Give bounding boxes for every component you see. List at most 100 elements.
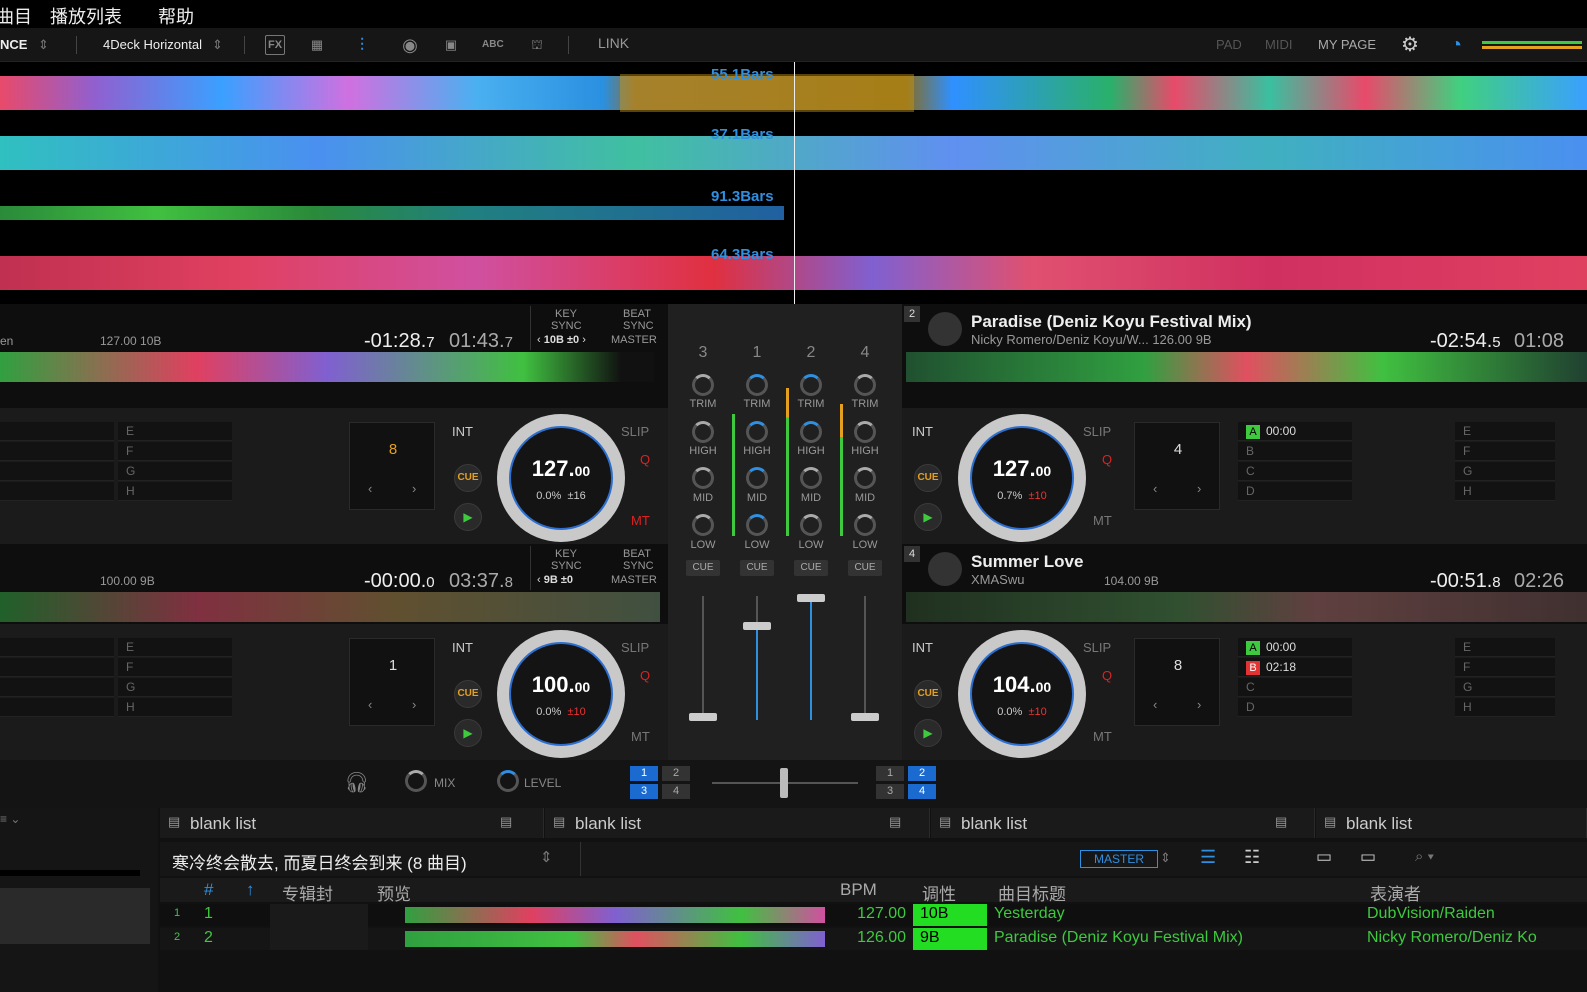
playlist-updown-icon[interactable]: ⇕ bbox=[540, 848, 553, 866]
master-tempo-button[interactable]: MT bbox=[1093, 729, 1112, 744]
trim-knob[interactable] bbox=[800, 374, 822, 396]
low-eq-knob[interactable] bbox=[800, 514, 822, 536]
hotcue-slot[interactable]: F bbox=[1455, 442, 1555, 461]
deck3-cue-button[interactable]: CUE bbox=[454, 464, 482, 492]
column-header-artist[interactable]: 表演者 bbox=[1370, 880, 1421, 905]
master-button[interactable]: MASTER bbox=[611, 334, 657, 346]
hotcue-slot[interactable] bbox=[0, 658, 114, 677]
sampler-icon[interactable]: ⛫ bbox=[527, 35, 547, 55]
low-eq-knob[interactable] bbox=[692, 514, 714, 536]
hotcue-slot[interactable]: G bbox=[118, 462, 232, 481]
layout-updown-icon[interactable]: ⇕ bbox=[212, 37, 223, 53]
mode-updown-icon[interactable]: ⇕ bbox=[38, 37, 49, 53]
hotcue-slot[interactable]: E bbox=[118, 638, 232, 657]
deck1-overview-waveform[interactable] bbox=[0, 592, 660, 622]
tab-menu-icon[interactable]: ▤ bbox=[889, 814, 901, 830]
deck4-jog-wheel[interactable]: 104.00 0.0% ±10 bbox=[958, 630, 1086, 758]
master-updown-icon[interactable]: ⇕ bbox=[1160, 850, 1171, 866]
playlist-tab[interactable]: ▤ blank list ▤ bbox=[545, 808, 930, 838]
deck4-loop-box[interactable]: 8 ‹ › bbox=[1134, 638, 1220, 726]
deck3-play-button[interactable]: ▶ bbox=[454, 503, 482, 531]
crossfader-assign-left-2[interactable]: 2 bbox=[662, 766, 690, 781]
channel-cue-button[interactable]: CUE bbox=[848, 560, 882, 576]
crossfader-assign-left-3[interactable]: 3 bbox=[630, 784, 658, 799]
slip-button[interactable]: SLIP bbox=[621, 424, 649, 439]
channel-fader-cap[interactable] bbox=[851, 713, 879, 721]
int-button[interactable]: INT bbox=[452, 640, 473, 655]
master-tempo-button[interactable]: MT bbox=[631, 729, 650, 744]
master-tempo-button[interactable]: MT bbox=[1093, 513, 1112, 528]
lyric-icon[interactable]: ABC bbox=[482, 35, 504, 55]
hotcue-slot[interactable]: H bbox=[118, 698, 232, 717]
tab-menu-icon[interactable]: ▤ bbox=[500, 814, 512, 830]
beat-sync-button[interactable]: SYNC bbox=[623, 320, 654, 332]
column-header-bpm[interactable]: BPM bbox=[840, 880, 877, 900]
quantize-button[interactable]: Q bbox=[640, 668, 650, 683]
deck4-cue-button[interactable]: CUE bbox=[914, 680, 942, 708]
panel-view-icon[interactable]: ▭ bbox=[1360, 847, 1376, 867]
channel-fader-cap[interactable] bbox=[689, 713, 717, 721]
hotcue-slot[interactable] bbox=[0, 442, 114, 461]
channel-fader-cap[interactable] bbox=[797, 594, 825, 602]
headphone-mix-knob[interactable] bbox=[405, 770, 427, 792]
waveform-deck2[interactable] bbox=[0, 206, 784, 220]
channel-fader-cap[interactable] bbox=[743, 622, 771, 630]
hotcue-slot[interactable]: B bbox=[1238, 442, 1352, 461]
column-header-number[interactable]: # bbox=[204, 880, 213, 900]
deck2-loop-box[interactable]: 4 ‹ › bbox=[1134, 422, 1220, 510]
crossfader-cap[interactable] bbox=[780, 768, 788, 798]
high-eq-knob[interactable] bbox=[746, 421, 768, 443]
hotcue-slot-b[interactable]: B 02:18 bbox=[1238, 658, 1352, 677]
layout-selector[interactable]: 4Deck Horizontal bbox=[103, 37, 202, 52]
preview-waveform[interactable] bbox=[405, 907, 825, 923]
deck2-jog-wheel[interactable]: 127.00 0.7% ±10 bbox=[958, 414, 1086, 542]
sidebar-toggle-icon[interactable]: ≡ ⌄ bbox=[0, 812, 20, 826]
hotcue-slot[interactable] bbox=[0, 678, 114, 697]
hotcue-slot[interactable] bbox=[0, 482, 114, 501]
deck1-jog-wheel[interactable]: 100.00 0.0% ±10 bbox=[497, 630, 625, 758]
hotcue-slot[interactable] bbox=[0, 638, 114, 657]
beat-sync-button[interactable]: SYNC bbox=[623, 560, 654, 572]
quantize-button[interactable]: Q bbox=[1102, 668, 1112, 683]
fx-icon[interactable]: FX bbox=[265, 35, 285, 55]
playlist-tab[interactable]: ▤ blank list ▤ bbox=[931, 808, 1315, 838]
menu-item-help[interactable]: 帮助 bbox=[158, 3, 194, 29]
deck2-cue-button[interactable]: CUE bbox=[914, 464, 942, 492]
deck3-overview-waveform[interactable] bbox=[0, 352, 654, 382]
midi-button[interactable]: MIDI bbox=[1265, 37, 1292, 52]
hotcue-slot[interactable]: C bbox=[1238, 462, 1352, 481]
mid-eq-knob[interactable] bbox=[692, 467, 714, 489]
hotcue-slot-a[interactable]: A 00:00 bbox=[1238, 422, 1352, 441]
hotcue-slot[interactable]: E bbox=[1455, 638, 1555, 657]
crossfader-assign-left-1[interactable]: 1 bbox=[630, 766, 658, 781]
hotcue-slot[interactable]: G bbox=[118, 678, 232, 697]
hotcue-slot-a[interactable]: A 00:00 bbox=[1238, 638, 1352, 657]
mypage-button[interactable]: MY PAGE bbox=[1318, 37, 1376, 52]
deck2-play-button[interactable]: ▶ bbox=[914, 503, 942, 531]
split-view-icon[interactable]: ▭ bbox=[1316, 847, 1332, 867]
hotcue-slot[interactable]: E bbox=[118, 422, 232, 441]
hotcue-slot[interactable]: F bbox=[118, 658, 232, 677]
gear-icon[interactable]: ⚙ bbox=[1400, 35, 1420, 55]
mode-selector[interactable]: NCE bbox=[0, 37, 27, 52]
deck3-jog-wheel[interactable]: 127.00 0.0% ±16 bbox=[497, 414, 625, 542]
column-header-artwork[interactable]: 专辑封 bbox=[282, 880, 333, 905]
channel-cue-button[interactable]: CUE bbox=[686, 560, 720, 576]
mixer-icon[interactable]: ⫶ bbox=[352, 35, 372, 55]
menu-item-playlist[interactable]: 播放列表 bbox=[50, 3, 122, 29]
master-button[interactable]: MASTER bbox=[611, 574, 657, 586]
low-eq-knob[interactable] bbox=[854, 514, 876, 536]
int-button[interactable]: INT bbox=[912, 424, 933, 439]
deck1-cue-button[interactable]: CUE bbox=[454, 680, 482, 708]
quantize-button[interactable]: Q bbox=[1102, 452, 1112, 467]
hotcue-slot[interactable]: H bbox=[118, 482, 232, 501]
slip-button[interactable]: SLIP bbox=[621, 640, 649, 655]
hotcue-slot[interactable]: F bbox=[118, 442, 232, 461]
high-eq-knob[interactable] bbox=[692, 421, 714, 443]
menu-item-tracks[interactable]: 曲目 bbox=[0, 3, 32, 29]
hotcue-slot[interactable]: D bbox=[1238, 482, 1352, 501]
hotcue-slot[interactable]: H bbox=[1455, 482, 1555, 501]
int-button[interactable]: INT bbox=[912, 640, 933, 655]
playlist-tab[interactable]: ▤ blank list ▤ bbox=[160, 808, 544, 838]
deck1-play-button[interactable]: ▶ bbox=[454, 719, 482, 747]
